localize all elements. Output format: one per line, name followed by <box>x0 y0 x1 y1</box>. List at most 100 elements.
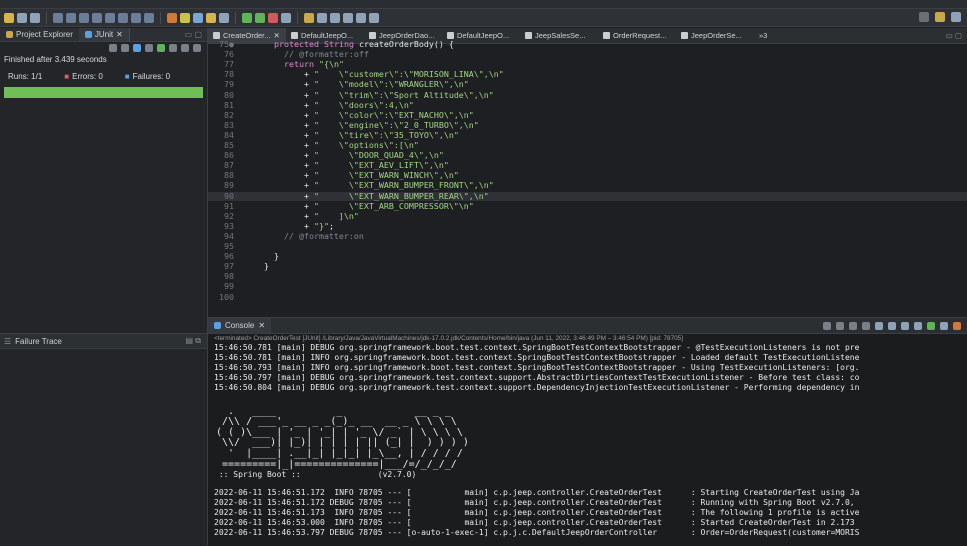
new-package-icon[interactable] <box>180 12 190 23</box>
console-line: 2022-06-11 15:46:53.797 DEBUG 78705 --- … <box>214 527 860 537</box>
next-annotation-icon[interactable] <box>330 12 340 23</box>
toolbar-divider <box>46 11 47 24</box>
console-app-log[interactable]: 2022-06-11 15:46:51.172 INFO 78705 --- [… <box>208 488 967 538</box>
console-view-menu-icon[interactable] <box>953 321 961 330</box>
remove-all-icon[interactable] <box>849 321 857 330</box>
stop-test-icon[interactable] <box>169 44 177 52</box>
pin-editor-icon[interactable] <box>369 12 379 23</box>
skip-breakpoints-icon[interactable] <box>66 12 76 23</box>
line-number: 92 <box>224 210 234 221</box>
line-number: 80 <box>224 89 234 100</box>
main-toolbar <box>0 9 967 27</box>
runs-value: 1/1 <box>31 71 43 81</box>
open-task-icon[interactable] <box>304 12 314 23</box>
toolbar-divider <box>297 11 298 24</box>
runs-label: Runs: <box>8 71 29 81</box>
editor-tab-label: »3 <box>759 31 768 40</box>
step-return-icon[interactable] <box>144 12 154 23</box>
show-on-output-icon[interactable] <box>901 321 909 330</box>
build-icon[interactable] <box>167 12 177 23</box>
annotation-icon[interactable] <box>317 12 327 23</box>
console-line: 15:46:50.797 [main] DEBUG org.springfram… <box>214 372 860 382</box>
code-area[interactable]: 75● protected String createOrderBody() {… <box>208 39 967 316</box>
failures-label: Failures: <box>132 71 164 81</box>
show-failures-only-icon[interactable] <box>133 44 141 52</box>
next-failure-icon[interactable] <box>109 44 117 52</box>
step-into-icon[interactable] <box>118 12 128 23</box>
minimize-maximize-icon[interactable]: ▭ ▢ <box>185 30 207 39</box>
view-menu-icon[interactable] <box>193 44 201 52</box>
scroll-lock-console-icon[interactable] <box>875 321 883 330</box>
tab-console[interactable]: Console ✕ <box>208 318 272 333</box>
java-file-icon <box>291 32 298 39</box>
terminal-icon[interactable] <box>53 12 63 23</box>
line-number: 89 <box>224 180 234 191</box>
editor-minimize-maximize-icon[interactable]: ▭ ▢ <box>946 31 967 40</box>
tab-project-explorer[interactable]: Project Explorer <box>0 28 79 41</box>
new-class-icon[interactable] <box>193 12 203 23</box>
word-wrap-icon[interactable] <box>888 321 896 330</box>
resume-icon[interactable] <box>79 12 89 23</box>
spring-boot-version: :: Spring Boot :: (v2.7.0) <box>214 470 417 480</box>
code-line[interactable]: 99 <box>208 282 967 292</box>
console-log[interactable]: 15:46:50.781 [main] DEBUG org.springfram… <box>208 343 967 393</box>
terminate-console-icon[interactable] <box>823 321 831 330</box>
search-icon[interactable] <box>919 12 929 22</box>
console-toolbar <box>823 321 967 330</box>
debug-icon[interactable] <box>242 12 252 23</box>
test-history-icon[interactable] <box>181 44 189 52</box>
clear-console-icon[interactable] <box>862 321 870 330</box>
runs-counter: Runs: 1/1 <box>8 72 42 81</box>
open-console-icon[interactable] <box>940 321 948 330</box>
console-line: 2022-06-11 15:46:53.000 INFO 78705 --- [… <box>214 517 855 527</box>
filter-stack-icon[interactable]: ▤ ⧉ <box>186 336 208 346</box>
code-line[interactable]: 95 <box>208 241 967 252</box>
external-tools-icon[interactable] <box>281 12 291 23</box>
failure-trace-label: Failure Trace <box>15 336 62 346</box>
code-editor: CreateOrder... ✕ DefaultJeepO... JeepOrderD… <box>208 28 967 316</box>
coverage-icon[interactable] <box>268 12 278 23</box>
banner-line: =========|_|==============|___/=/_/_/_/ <box>216 458 457 470</box>
perspective-debug-icon[interactable] <box>951 12 961 22</box>
tab-junit[interactable]: JUnit ✕ <box>78 28 130 41</box>
display-console-icon[interactable] <box>927 321 935 330</box>
rerun-test-icon[interactable] <box>157 44 165 52</box>
previous-failure-icon[interactable] <box>121 44 129 52</box>
console-line: 15:46:50.793 [main] INFO org.springframe… <box>214 362 860 372</box>
java-file-icon <box>213 32 220 39</box>
code-text: } <box>264 261 269 272</box>
terminate-icon[interactable] <box>105 12 115 23</box>
search-toolbar-icon[interactable] <box>219 12 229 23</box>
code-line[interactable]: 97} <box>208 261 967 272</box>
save-icon[interactable] <box>17 12 27 23</box>
toolbar-divider <box>160 11 161 24</box>
java-file-icon <box>447 32 454 39</box>
line-number: 93 <box>224 220 234 231</box>
editor-tab-label: DefaultJeepO... <box>457 31 510 40</box>
scroll-lock-icon[interactable] <box>145 44 153 52</box>
open-type-icon[interactable] <box>206 12 216 23</box>
spring-banner: . ____ _ __ _ _ /\\ / ___'_ __ _ _(_)_ _… <box>208 406 967 471</box>
back-icon[interactable] <box>343 12 353 23</box>
code-line[interactable]: 96 } <box>208 251 967 262</box>
code-line[interactable]: 98 <box>208 272 967 282</box>
step-over-icon[interactable] <box>131 12 141 23</box>
close-icon[interactable]: ✕ <box>258 321 265 330</box>
terminated-status: <terminated> CreateOrderTest [JUnit] /Li… <box>214 335 684 342</box>
pin-console-icon[interactable] <box>914 321 922 330</box>
new-file-icon[interactable] <box>4 12 14 23</box>
run-icon[interactable] <box>255 12 265 23</box>
forward-icon[interactable] <box>356 12 366 23</box>
console-icon <box>214 322 221 329</box>
tab-junit-label: JUnit <box>94 30 114 39</box>
line-number: 79 <box>224 79 234 90</box>
save-all-icon[interactable] <box>30 12 40 23</box>
console-line: 15:46:50.804 [main] DEBUG org.springfram… <box>214 382 860 392</box>
close-icon[interactable]: ✕ <box>116 30 123 39</box>
perspective-java-icon[interactable] <box>935 12 945 22</box>
code-line[interactable]: 100 <box>208 292 967 303</box>
failure-trace-icon: ☰ <box>4 336 12 346</box>
suspend-icon[interactable] <box>92 12 102 23</box>
code-line[interactable]: 94 // @formatter:on <box>208 231 967 242</box>
remove-launch-icon[interactable] <box>836 321 844 330</box>
